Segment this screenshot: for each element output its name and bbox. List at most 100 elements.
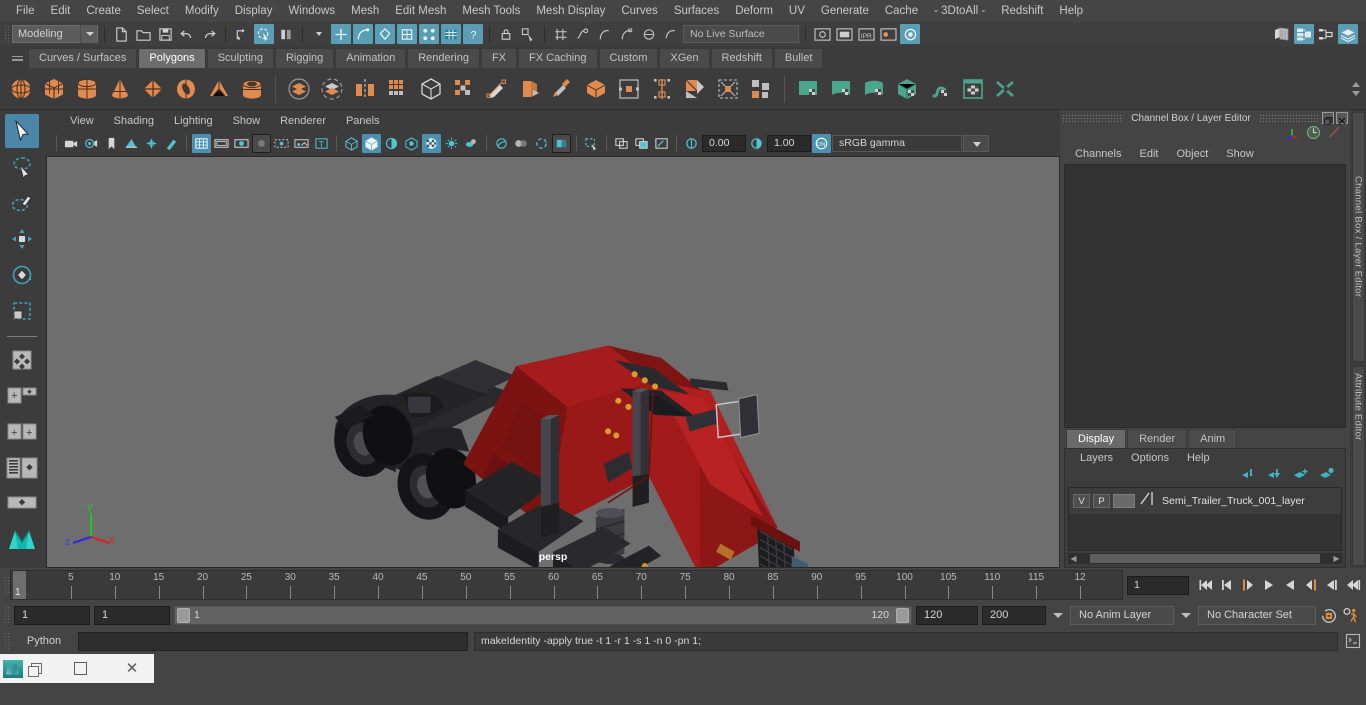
shelf-scroll-buttons[interactable] — [1346, 69, 1366, 109]
step-forward-frame-icon[interactable] — [1302, 576, 1320, 594]
shadows-icon[interactable] — [462, 134, 481, 153]
poly-cube-icon[interactable] — [39, 73, 69, 105]
channel-box-slider-icon[interactable] — [1327, 125, 1342, 145]
lasso-select-tool-icon[interactable] — [5, 150, 39, 184]
menu-select[interactable]: Select — [129, 0, 177, 22]
menu-help[interactable]: Help — [1051, 0, 1091, 22]
script-editor-icon[interactable] — [1344, 632, 1362, 650]
scrollbar-thumb[interactable] — [1090, 554, 1320, 563]
screen-space-ao-icon[interactable] — [492, 134, 511, 153]
append-polygon-icon[interactable] — [713, 73, 743, 105]
live-surface-field[interactable]: No Live Surface — [683, 25, 799, 43]
layer-menu-help[interactable]: Help — [1178, 452, 1219, 464]
shelf-tab-animation[interactable]: Animation — [335, 48, 407, 68]
channel-box-menu-edit[interactable]: Edit — [1130, 148, 1167, 160]
viewport-menu-renderer[interactable]: Renderer — [270, 115, 336, 127]
restore-icon[interactable] — [1322, 112, 1335, 125]
status-line-grip[interactable] — [4, 25, 10, 43]
uv-planar-icon[interactable] — [793, 73, 823, 105]
menu-mesh[interactable]: Mesh — [343, 0, 387, 22]
move-layer-up-icon[interactable] — [1240, 467, 1257, 485]
menu-file[interactable]: File — [8, 0, 43, 22]
menu-edit[interactable]: Edit — [43, 0, 79, 22]
shelf-tab-sculpting[interactable]: Sculpting — [206, 48, 274, 68]
chevron-down-icon[interactable] — [80, 25, 97, 43]
channel-box-content[interactable] — [1064, 164, 1346, 428]
exposure-field[interactable]: 0.00 — [702, 134, 746, 152]
layer-tab-display[interactable]: Display — [1066, 429, 1127, 448]
edge-mask-icon[interactable] — [353, 24, 373, 44]
poly-uv-quad-icon[interactable] — [746, 73, 776, 105]
persp-viewport[interactable]: y x z persp — [46, 156, 1060, 568]
shelf-tab-redshift[interactable]: Redshift — [710, 48, 773, 68]
layer-tab-render[interactable]: Render — [1127, 429, 1188, 448]
hypershade-icon[interactable] — [900, 24, 920, 44]
play-forwards-icon[interactable] — [1281, 576, 1299, 594]
close-window-icon[interactable]: ✕ — [110, 654, 154, 683]
character-set-dropdown-icon[interactable] — [1178, 606, 1194, 625]
menu-mesh-tools[interactable]: Mesh Tools — [454, 0, 528, 22]
menu-modify[interactable]: Modify — [177, 0, 227, 22]
create-polygon-tool-icon[interactable] — [482, 73, 512, 105]
multi-cut-icon[interactable] — [548, 73, 578, 105]
go-to-start-icon[interactable] — [1197, 576, 1215, 594]
gamma-reset-icon[interactable] — [747, 134, 766, 153]
film-gate-icon[interactable] — [212, 134, 231, 153]
menu-redshift[interactable]: Redshift — [993, 0, 1051, 22]
move-layer-down-icon[interactable] — [1266, 467, 1283, 485]
camera-attributes-icon[interactable] — [82, 134, 101, 153]
viewport-menu-shading[interactable]: Shading — [104, 115, 164, 127]
maya-app-icon[interactable] — [0, 654, 44, 683]
close-icon[interactable] — [1336, 112, 1349, 125]
shelf-tab-curves-surfaces[interactable]: Curves / Surfaces — [28, 48, 138, 68]
color-management-toggle-icon[interactable]: ON — [812, 133, 831, 153]
rotate-tool-icon[interactable] — [5, 258, 39, 292]
poly-cylinder-icon[interactable] — [72, 73, 102, 105]
uv-mask-icon[interactable] — [397, 24, 417, 44]
shelf-tab-polygons[interactable]: Polygons — [138, 48, 206, 68]
combine-icon[interactable] — [416, 73, 446, 105]
scroll-right-icon[interactable]: ▶ — [1331, 553, 1342, 564]
face-mask-icon[interactable] — [375, 24, 395, 44]
uv-automatic-icon[interactable] — [892, 73, 922, 105]
uv-cut-sew-icon[interactable] — [991, 73, 1021, 105]
range-right-handle[interactable] — [896, 607, 909, 623]
shelf-tab-bullet[interactable]: Bullet — [773, 48, 824, 68]
outliner-persp-layout-icon[interactable] — [5, 451, 39, 485]
multi-component-icon[interactable] — [419, 24, 439, 44]
color-management-dropdown-icon[interactable] — [963, 134, 989, 152]
menu-3dtoall[interactable]: - 3DtoAll - — [926, 0, 993, 22]
ipr-icon[interactable]: IPR — [856, 24, 876, 44]
maya-logo-icon[interactable] — [5, 523, 39, 557]
character-set-field[interactable]: No Character Set — [1198, 605, 1316, 625]
layer-menu-options[interactable]: Options — [1122, 452, 1178, 464]
current-time-indicator[interactable]: 1 — [13, 571, 26, 599]
shelf-tab-fx-caching[interactable]: FX Caching — [518, 48, 598, 68]
persp-layout-icon[interactable] — [5, 487, 39, 521]
viewport-menu-show[interactable]: Show — [223, 115, 271, 127]
depth-peeling-icon[interactable] — [552, 133, 571, 153]
open-scene-icon[interactable] — [133, 24, 153, 44]
step-forward-key-icon[interactable] — [1323, 576, 1341, 594]
boolean-union-icon[interactable] — [284, 73, 314, 105]
menu-uv[interactable]: UV — [781, 0, 813, 22]
exposure-icon[interactable] — [292, 134, 311, 153]
save-scene-icon[interactable] — [155, 24, 175, 44]
time-slider[interactable]: 1 5 10 15 20 25 30 35 40 45 50 55 60 65 70 75 80 85 90 95 1… — [10, 570, 1123, 600]
poly-pipe-icon[interactable] — [237, 73, 267, 105]
viewport-menu-view[interactable]: View — [60, 115, 104, 127]
select-tool-icon[interactable] — [5, 114, 39, 148]
snap-point-icon[interactable] — [595, 24, 615, 44]
layer-menu-layers[interactable]: Layers — [1071, 452, 1122, 464]
single-pane-layout-icon[interactable]: + — [5, 379, 39, 413]
go-to-end-icon[interactable] — [1344, 576, 1362, 594]
make-live-icon[interactable] — [661, 24, 681, 44]
smooth-icon[interactable] — [383, 73, 413, 105]
vertex-mask-icon[interactable] — [331, 24, 351, 44]
range-end-field[interactable]: 120 — [916, 605, 978, 625]
menu-deform[interactable]: Deform — [727, 0, 781, 22]
isolate-select-icon[interactable] — [582, 134, 601, 153]
use-default-light-icon[interactable] — [442, 134, 461, 153]
poly-sphere-icon[interactable] — [6, 73, 36, 105]
channel-box-clock-icon[interactable] — [1306, 125, 1321, 145]
